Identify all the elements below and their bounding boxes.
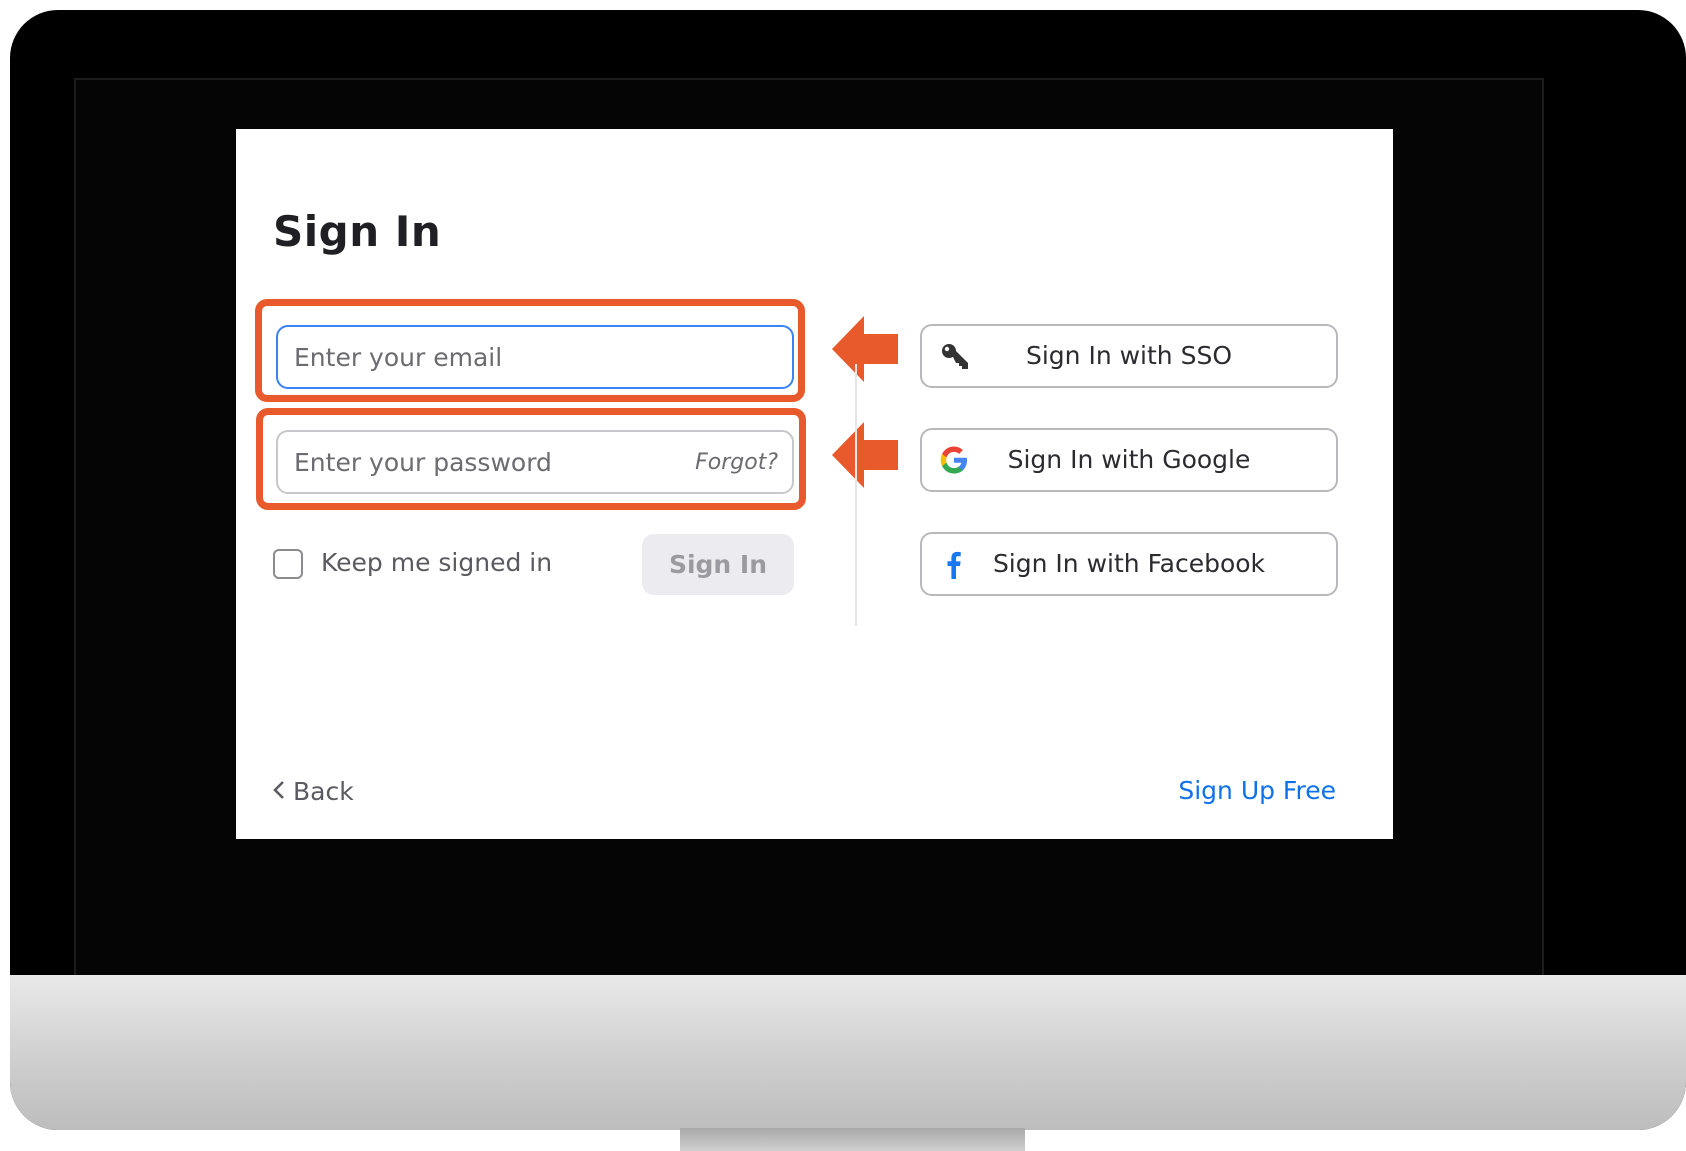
google-button-label: Sign In with Google (1007, 445, 1251, 474)
chevron-left-icon (273, 781, 284, 799)
email-field[interactable] (276, 325, 794, 389)
sign-in-google-button[interactable]: Sign In with Google (920, 428, 1338, 492)
facebook-button-label: Sign In with Facebook (992, 549, 1266, 578)
vertical-divider (855, 364, 857, 626)
keep-signed-in-label: Keep me signed in (321, 548, 553, 577)
back-link-label: Back (293, 777, 354, 806)
monitor-stand (680, 1128, 1025, 1151)
sso-button-label: Sign In with SSO (1025, 341, 1233, 370)
page-title: Sign In (273, 207, 442, 256)
password-field[interactable]: Forgot? (276, 430, 794, 494)
sign-in-facebook-button[interactable]: Sign In with Facebook (920, 532, 1338, 596)
signin-window: Sign In Forgot? Keep me signed in Sign I… (236, 129, 1393, 839)
email-input[interactable] (278, 327, 792, 387)
arrow-left-icon (832, 422, 898, 488)
monitor-chin (10, 975, 1686, 1130)
sign-in-button[interactable]: Sign In (642, 534, 794, 595)
sign-in-sso-button[interactable]: Sign In with SSO (920, 324, 1338, 388)
arrow-left-icon (832, 316, 898, 382)
back-link[interactable]: Back (273, 777, 354, 806)
keep-signed-in-checkbox[interactable] (273, 549, 303, 579)
sign-up-free-link[interactable]: Sign Up Free (1178, 776, 1336, 805)
forgot-password-link[interactable]: Forgot? (695, 450, 778, 475)
